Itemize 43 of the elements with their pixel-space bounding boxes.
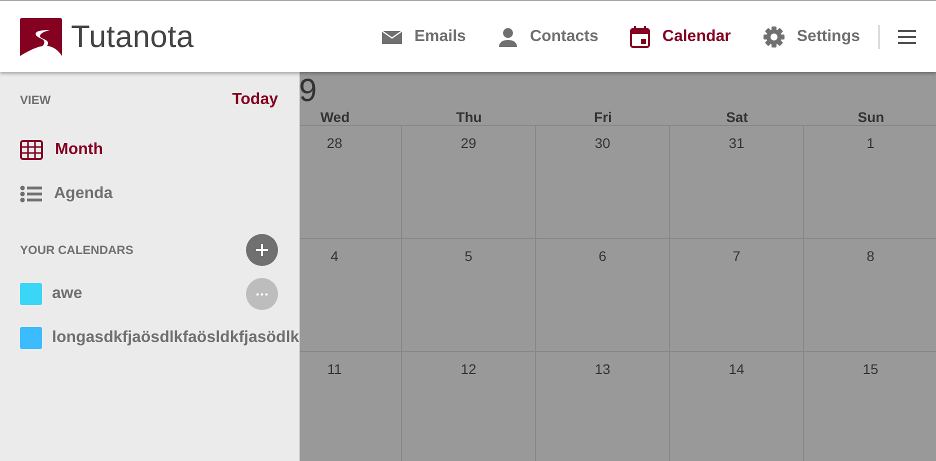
calendar-name[interactable]: longasdkfjaösdlkfaösldkfjasödlk	[52, 329, 300, 347]
weekday-label: Fri	[593, 109, 613, 125]
menu-icon[interactable]	[898, 30, 916, 44]
more-icon	[256, 292, 268, 296]
day-number: 28	[326, 135, 342, 151]
weekday-label: Sun	[856, 109, 886, 125]
section-heading: VIEW	[20, 93, 51, 107]
day-number: 5	[464, 248, 472, 264]
today-button[interactable]: Today	[232, 91, 278, 109]
weekday-label: Sat	[725, 109, 749, 125]
list-icon	[20, 185, 42, 203]
section-heading: YOUR CALENDARS	[20, 243, 134, 257]
day-number: 6	[598, 248, 606, 264]
day-number: 15	[862, 361, 878, 377]
day-number: 7	[732, 248, 740, 264]
person-icon	[498, 26, 518, 46]
weekday-label: Thu	[455, 109, 483, 125]
nav-tab[interactable]: Contacts	[482, 26, 614, 46]
grid-icon	[20, 140, 43, 160]
logo-icon	[20, 18, 62, 56]
nav-tab[interactable]: Settings	[746, 26, 876, 48]
nav-tab[interactable]: Emails	[366, 28, 482, 46]
add-button[interactable]	[246, 234, 278, 266]
day-number: 29	[460, 135, 476, 151]
day-number: 30	[594, 135, 610, 151]
day-number: 31	[728, 135, 744, 151]
day-number: 4	[330, 248, 338, 264]
month-title: 9	[300, 72, 317, 109]
weekday-label: Wed	[319, 109, 351, 125]
day-number: 13	[594, 361, 610, 377]
day-number: 1	[866, 135, 874, 151]
mail-icon	[382, 28, 402, 44]
logo-text: Tutanota	[71, 18, 194, 54]
view-item[interactable]: Agenda	[20, 172, 113, 216]
day-number: 8	[866, 248, 874, 264]
day-number: 12	[460, 361, 476, 377]
day-number: 11	[327, 361, 342, 377]
calendar-name[interactable]: awe	[52, 285, 82, 303]
day-number: 14	[728, 361, 744, 377]
nav-tab[interactable]: Calendar	[614, 26, 747, 48]
plus-icon	[256, 244, 268, 256]
calendar-icon	[630, 26, 650, 48]
view-item[interactable]: Month	[20, 128, 103, 172]
